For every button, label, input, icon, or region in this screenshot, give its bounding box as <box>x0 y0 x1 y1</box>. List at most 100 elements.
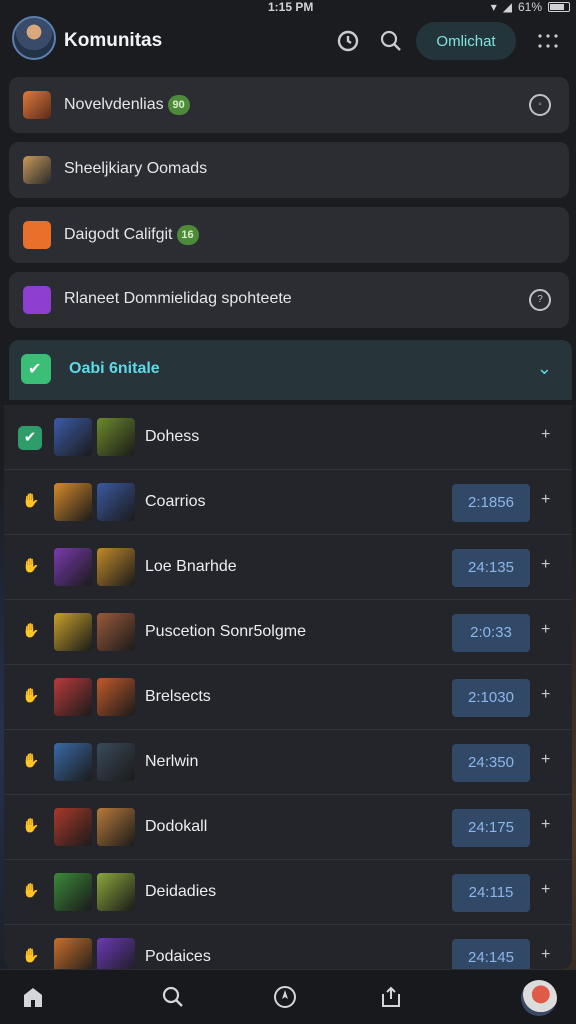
hero-avatar <box>97 808 135 846</box>
hero-avatar <box>97 743 135 781</box>
hand-icon[interactable]: ✋ <box>22 492 39 509</box>
community-card[interactable]: Rlaneet Dommielidag spohteete ? <box>9 272 569 328</box>
app-header: Komunitas Omlichat <box>0 14 576 70</box>
member-name: Dodokall <box>145 818 208 835</box>
group-label: Oabi 6nitale <box>69 360 160 377</box>
member-row[interactable]: ✋ Loe Bnarhde 24:135 + <box>4 535 572 600</box>
compass-icon[interactable] <box>272 984 298 1010</box>
group-header[interactable]: Oabi 6nitale ⌄ <box>9 340 572 400</box>
hand-icon[interactable]: ✋ <box>22 622 39 639</box>
community-label: Daigodt Califgit 16 <box>64 225 199 245</box>
score-button[interactable]: 2:1030 <box>452 679 530 717</box>
add-icon[interactable]: + <box>541 491 550 509</box>
add-icon[interactable]: + <box>541 946 550 964</box>
community-thumbnail <box>23 91 51 119</box>
score-button[interactable]: 2:1856 <box>452 484 530 522</box>
score-button[interactable]: 24:350 <box>452 744 530 782</box>
hand-icon[interactable]: ✋ <box>22 687 39 704</box>
member-name: Brelsects <box>145 688 211 705</box>
search-icon[interactable] <box>378 28 404 54</box>
grid-menu-icon[interactable] <box>535 28 561 54</box>
clock-icon[interactable] <box>335 28 361 54</box>
community-thumbnail <box>23 286 51 314</box>
hand-icon[interactable]: ✋ <box>22 752 39 769</box>
member-row[interactable]: ✔ Dohess + <box>4 405 572 470</box>
share-icon[interactable] <box>378 984 404 1010</box>
bottom-nav <box>0 969 576 1024</box>
hero-avatar <box>54 873 92 911</box>
hero-avatar <box>97 678 135 716</box>
hero-avatar <box>54 613 92 651</box>
score-button[interactable]: 2:0:33 <box>452 614 530 652</box>
hero-avatar <box>54 548 92 586</box>
member-name: Nerlwin <box>145 753 199 770</box>
add-icon[interactable]: + <box>541 621 550 639</box>
hero-avatar <box>97 418 135 456</box>
hand-icon[interactable]: ✋ <box>22 882 39 899</box>
wifi-icon: ▾ <box>490 0 497 14</box>
add-icon[interactable]: + <box>541 426 550 444</box>
search-icon[interactable] <box>160 984 186 1010</box>
hand-icon[interactable]: ✋ <box>22 817 39 834</box>
info-icon[interactable]: ? <box>529 289 551 311</box>
member-row[interactable]: ✋ Coarrios 2:1856 + <box>4 470 572 535</box>
score-button[interactable]: 24:175 <box>452 809 530 847</box>
hand-icon[interactable]: ✋ <box>22 947 39 964</box>
status-time: 1:15 PM <box>268 0 314 14</box>
checkbox-checked-icon[interactable]: ✔ <box>18 426 42 450</box>
notification-badge: 16 <box>176 225 199 245</box>
hero-avatar <box>54 483 92 521</box>
add-icon[interactable]: + <box>541 816 550 834</box>
group-check-icon <box>21 354 51 384</box>
add-icon[interactable]: + <box>541 686 550 704</box>
hero-avatar <box>97 613 135 651</box>
hero-avatar <box>97 873 135 911</box>
chat-button[interactable]: Omlichat <box>416 22 516 60</box>
page-title: Komunitas <box>64 30 163 51</box>
community-label: Sheeljkiary Oomads <box>64 160 208 177</box>
member-row[interactable]: ✋ Puscetion Sonr5olgme 2:0:33 + <box>4 600 572 665</box>
hero-avatar <box>97 938 135 969</box>
community-label: Novelvdenlias 90 <box>64 95 190 115</box>
notification-badge: 90 <box>167 95 190 115</box>
home-icon[interactable] <box>20 984 46 1010</box>
add-icon[interactable]: + <box>541 881 550 899</box>
score-button[interactable]: 24:115 <box>452 874 530 912</box>
member-row[interactable]: ✋ Nerlwin 24:350 + <box>4 730 572 795</box>
battery-percent: 61% <box>517 0 542 14</box>
community-card[interactable]: Novelvdenlias 90 ◦ <box>9 77 569 133</box>
hero-avatar <box>54 743 92 781</box>
community-thumbnail <box>23 221 51 249</box>
member-row[interactable]: ✋ Dodokall 24:175 + <box>4 795 572 860</box>
hero-avatar <box>97 548 135 586</box>
signal-icon: ◢ <box>502 0 512 14</box>
hero-avatar <box>97 483 135 521</box>
hero-avatar <box>54 938 92 969</box>
score-button[interactable]: 24:145 <box>452 939 530 969</box>
hero-avatar <box>54 808 92 846</box>
score-button[interactable]: 24:135 <box>452 549 530 587</box>
community-thumbnail <box>23 156 51 184</box>
community-card[interactable]: Sheeljkiary Oomads <box>9 142 569 198</box>
hero-avatar <box>54 678 92 716</box>
member-name: Podaices <box>145 948 211 965</box>
hand-icon[interactable]: ✋ <box>22 557 39 574</box>
status-icons: ▾ ◢ 61% <box>491 0 570 14</box>
member-name: Puscetion Sonr5olgme <box>145 623 306 640</box>
member-row[interactable]: ✋ Brelsects 2:1030 + <box>4 665 572 730</box>
community-card[interactable]: Daigodt Califgit 16 <box>9 207 569 263</box>
add-icon[interactable]: + <box>541 556 550 574</box>
member-name: Coarrios <box>145 493 206 510</box>
options-icon[interactable]: ◦ <box>529 94 551 116</box>
member-name: Deidadies <box>145 883 217 900</box>
profile-avatar[interactable] <box>521 980 557 1016</box>
member-name: Loe Bnarhde <box>145 558 237 575</box>
member-name: Dohess <box>145 428 200 445</box>
battery-icon <box>548 2 570 12</box>
member-row[interactable]: ✋ Podaices 24:145 + <box>4 925 572 969</box>
member-row[interactable]: ✋ Deidadies 24:115 + <box>4 860 572 925</box>
profile-avatar[interactable] <box>12 16 56 60</box>
chevron-down-icon[interactable]: ⌄ <box>537 358 552 379</box>
add-icon[interactable]: + <box>541 751 550 769</box>
community-label: Rlaneet Dommielidag spohteete <box>64 290 292 307</box>
